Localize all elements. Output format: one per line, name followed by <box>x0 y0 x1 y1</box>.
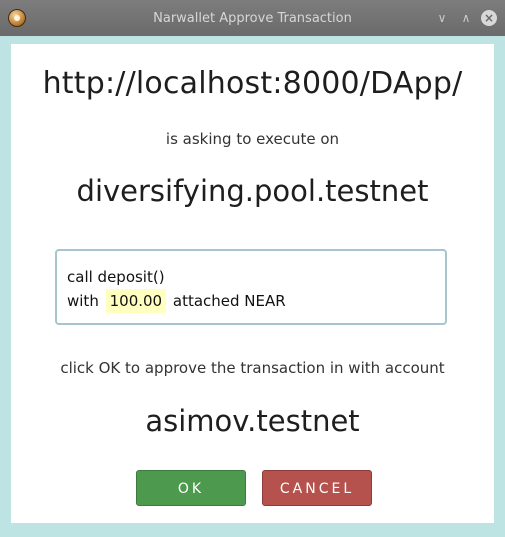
ok-button[interactable]: OK <box>136 470 246 506</box>
asking-text: is asking to execute on <box>165 130 340 148</box>
minimize-icon[interactable]: ∨ <box>434 10 450 26</box>
approve-instructions: click OK to approve the transaction in w… <box>60 359 445 377</box>
window-title: Narwallet Approve Transaction <box>153 11 352 26</box>
dialog-panel: http://localhost:8000/DApp/ is asking to… <box>11 44 494 523</box>
account-name: asimov.testnet <box>145 404 360 438</box>
attached-amount: 100.00 <box>105 289 167 313</box>
with-label: with <box>67 292 99 310</box>
approve-transaction-window: Narwallet Approve Transaction ∨ ∧ × http… <box>0 0 505 537</box>
maximize-icon[interactable]: ∧ <box>458 10 474 26</box>
call-details-box: call deposit() with 100.00 attached NEAR <box>55 249 447 325</box>
close-icon[interactable]: × <box>481 10 497 26</box>
attached-line: with 100.00 attached NEAR <box>67 289 435 313</box>
window-bottom-border <box>0 530 505 537</box>
origin-url: http://localhost:8000/DApp/ <box>42 66 463 101</box>
cancel-button[interactable]: CANCEL <box>262 470 372 506</box>
call-line: call deposit() <box>67 268 165 286</box>
title-bar[interactable]: Narwallet Approve Transaction ∨ ∧ × <box>0 0 505 36</box>
attached-label: attached NEAR <box>172 292 286 310</box>
contract-name: diversifying.pool.testnet <box>76 174 429 208</box>
